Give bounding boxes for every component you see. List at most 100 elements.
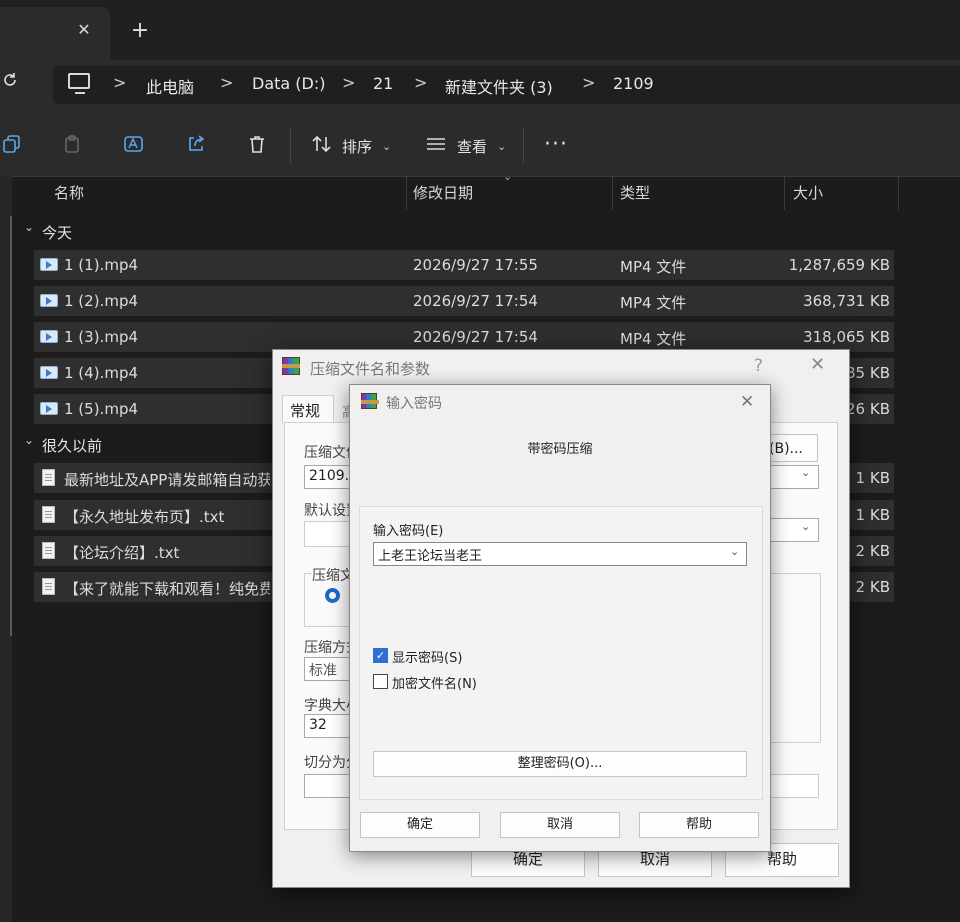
file-name: 1 (5).mp4: [64, 400, 139, 418]
password-label: 输入密码(E): [373, 524, 444, 539]
delete-icon[interactable]: [245, 134, 269, 158]
file-type: MP4 文件: [620, 294, 687, 312]
video-file-icon: [40, 366, 58, 379]
breadcrumb-new-folder[interactable]: 新建文件夹 (3): [445, 74, 553, 98]
group-header-older[interactable]: 很久以前: [42, 435, 102, 456]
column-divider[interactable]: [406, 176, 407, 210]
file-name: 【论坛介绍】.txt: [64, 544, 180, 562]
file-type: MP4 文件: [620, 330, 687, 348]
file-name: 1 (1).mp4: [64, 256, 139, 274]
column-header-date[interactable]: 修改日期: [413, 182, 473, 203]
archive-dialog-title: 压缩文件名和参数: [310, 360, 431, 378]
browse-button[interactable]: (B)...: [766, 434, 818, 462]
file-type: MP4 文件: [620, 258, 687, 276]
share-icon[interactable]: [184, 134, 208, 158]
breadcrumb-2109[interactable]: 2109: [613, 74, 654, 93]
file-name: 【永久地址发布页】.txt: [64, 508, 225, 526]
breadcrumb-separator: >: [113, 73, 127, 92]
breadcrumb-separator: >: [414, 73, 428, 92]
compression-method-select[interactable]: 标准: [304, 657, 354, 681]
breadcrumb-this-pc[interactable]: 此电脑: [146, 74, 194, 98]
column-divider[interactable]: [612, 176, 613, 210]
encrypt-filenames-checkbox[interactable]: [373, 674, 388, 689]
column-header-name[interactable]: 名称: [54, 182, 84, 203]
navigation-pane-edge[interactable]: [0, 176, 12, 922]
view-button[interactable]: 查看: [457, 136, 487, 157]
chevron-down-icon: ⌄: [801, 466, 811, 479]
refresh-icon[interactable]: [2, 72, 24, 96]
file-size: 1,287,659 KB: [788, 256, 890, 274]
show-password-checkbox[interactable]: ✓: [373, 648, 388, 663]
toolbar-divider: [290, 128, 291, 164]
file-size: 368,731 KB: [803, 292, 890, 310]
show-password-label: 显示密码(S): [392, 651, 463, 666]
video-file-icon: [40, 402, 58, 415]
dictionary-size-select[interactable]: 32: [304, 714, 354, 738]
file-name: 1 (3).mp4: [64, 328, 139, 346]
copy-icon[interactable]: [0, 134, 24, 158]
sort-indicator-icon: ⌄: [503, 170, 513, 183]
rename-icon[interactable]: [122, 134, 146, 158]
paste-icon[interactable]: [61, 134, 85, 158]
winrar-logo-icon: [361, 393, 379, 409]
archive-name-dropdown[interactable]: [769, 465, 819, 489]
close-icon[interactable]: ✕: [740, 392, 754, 412]
text-file-icon: [42, 506, 55, 523]
rar-format-radio[interactable]: [325, 588, 340, 603]
tab-general-label: 常规: [290, 402, 321, 420]
column-divider[interactable]: [898, 176, 899, 210]
breadcrumb-separator: >: [342, 73, 356, 92]
close-icon[interactable]: ✕: [810, 354, 825, 375]
more-options-icon[interactable]: ···: [544, 132, 568, 157]
file-name: 【来了就能下载和观看！纯免费: [64, 580, 270, 598]
video-file-icon: [40, 258, 58, 271]
column-divider[interactable]: [784, 176, 785, 210]
update-mode-dropdown[interactable]: [769, 518, 819, 542]
file-date: 2026/9/27 17:54: [413, 292, 538, 310]
breadcrumb-21[interactable]: 21: [373, 74, 393, 93]
split-volumes-input[interactable]: [304, 774, 354, 798]
file-size: 318,065 KB: [803, 328, 890, 346]
set-password-button[interactable]: [769, 774, 819, 798]
file-name: 1 (2).mp4: [64, 292, 139, 310]
view-icon[interactable]: [424, 134, 448, 158]
chevron-down-icon: ⌄: [382, 140, 392, 153]
archive-options-group: [769, 573, 821, 743]
toolbar-divider: [523, 128, 524, 164]
this-pc-icon: [68, 73, 90, 94]
breadcrumb-data-drive[interactable]: Data (D:): [252, 74, 325, 93]
sort-icon[interactable]: [310, 134, 334, 158]
file-date: 2026/9/27 17:54: [413, 328, 538, 346]
file-date: 2026/9/27 17:55: [413, 256, 538, 274]
file-name: 1 (4).mp4: [64, 364, 139, 382]
password-heading: 带密码压缩: [527, 442, 593, 457]
help-icon[interactable]: ?: [754, 356, 763, 376]
text-file-icon: [42, 542, 55, 559]
encrypt-filenames-label: 加密文件名(N): [392, 677, 477, 692]
chevron-down-icon: ⌄: [801, 520, 811, 533]
close-tab-icon[interactable]: ✕: [74, 20, 94, 40]
password-input[interactable]: 上老王论坛当老王: [373, 542, 747, 566]
breadcrumb-separator: >: [220, 73, 234, 92]
breadcrumb-separator: >: [582, 73, 596, 92]
sort-button[interactable]: 排序: [342, 136, 372, 157]
chevron-down-icon[interactable]: ⌄: [24, 433, 34, 447]
text-file-icon: [42, 578, 55, 595]
chevron-down-icon[interactable]: ⌄: [730, 545, 739, 558]
password-dialog-title: 输入密码: [386, 396, 442, 412]
column-header-type[interactable]: 类型: [620, 182, 650, 203]
password-help-button[interactable]: 帮助: [639, 812, 759, 838]
password-cancel-button[interactable]: 取消: [500, 812, 620, 838]
password-ok-button[interactable]: 确定: [360, 812, 480, 838]
video-file-icon: [40, 294, 58, 307]
file-name: 最新地址及APP请发邮箱自动获: [64, 471, 270, 489]
new-tab-icon[interactable]: +: [130, 20, 150, 42]
column-header-size[interactable]: 大小: [793, 182, 823, 203]
chevron-down-icon: ⌄: [497, 140, 507, 153]
organize-passwords-button[interactable]: 整理密码(O)...: [373, 751, 747, 777]
winrar-logo-icon: [282, 357, 300, 375]
archive-format-label: 压缩文: [312, 565, 354, 585]
text-file-icon: [42, 469, 55, 486]
chevron-down-icon[interactable]: ⌄: [24, 220, 34, 234]
group-header-today[interactable]: 今天: [42, 222, 72, 243]
